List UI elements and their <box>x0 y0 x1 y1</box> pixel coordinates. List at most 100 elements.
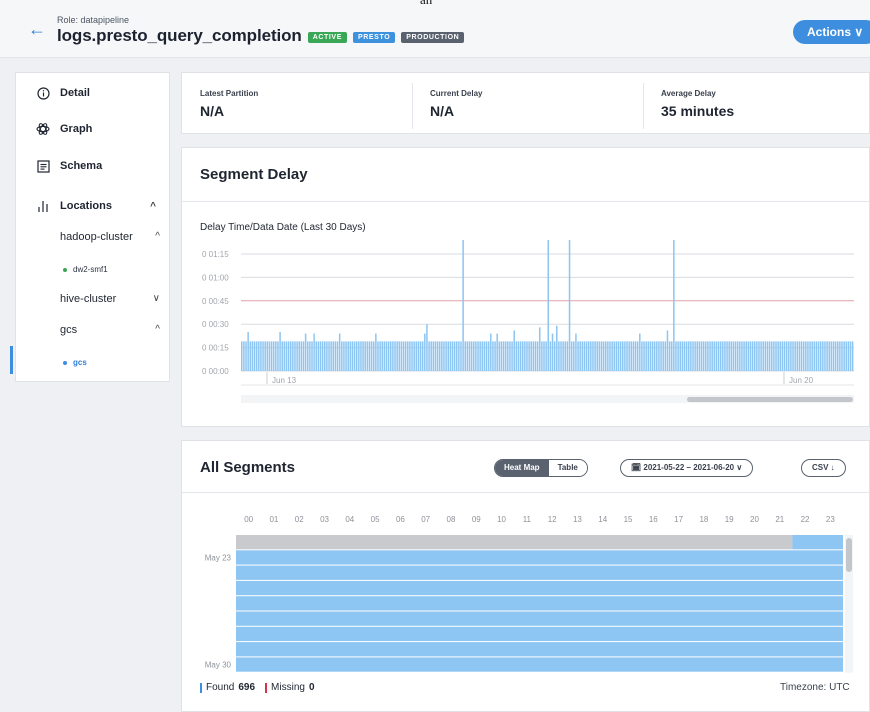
delay-bar <box>432 341 435 371</box>
delay-bar <box>443 341 445 371</box>
delay-bar <box>764 341 767 371</box>
delay-bar <box>613 341 616 371</box>
delay-bar <box>592 341 594 371</box>
delay-bar <box>309 341 311 371</box>
delay-bar <box>241 341 243 371</box>
delay-bar <box>415 341 418 371</box>
delay-bar <box>677 341 679 371</box>
delay-bar <box>385 341 388 371</box>
delay-bar <box>424 333 426 371</box>
delay-bar <box>600 341 603 371</box>
date-range-picker[interactable]: 🗓 2021-05-22 – 2021-06-20 ∨ <box>620 459 754 477</box>
delay-bar <box>481 341 484 371</box>
delay-bar <box>351 341 354 371</box>
sidebar-item-schema[interactable]: Schema <box>36 159 102 173</box>
heatmap-row-found <box>236 565 843 580</box>
actions-button[interactable]: Actions ∨ <box>793 20 870 44</box>
delay-bar <box>698 341 701 371</box>
delay-bar <box>628 341 630 371</box>
delay-bar <box>813 341 816 371</box>
delay-bar <box>547 240 550 371</box>
chevron-up-icon[interactable]: ^ <box>155 231 160 243</box>
delay-bar <box>779 341 782 371</box>
delay-bar <box>651 341 654 371</box>
delay-bar <box>370 341 373 371</box>
delay-bar <box>583 341 586 371</box>
delay-bar <box>251 341 254 371</box>
delay-bar <box>413 341 415 371</box>
delay-bar <box>447 341 449 371</box>
back-arrow-icon[interactable]: ← <box>28 20 46 38</box>
delay-bar <box>734 341 737 371</box>
sidebar-item-locations[interactable]: Locations ^ <box>36 199 156 213</box>
delay-bar <box>826 341 828 371</box>
delay-bar <box>777 341 779 371</box>
locations-icon <box>36 199 50 213</box>
hour-label: 12 <box>548 515 557 524</box>
latest-partition-value: N/A <box>200 103 225 119</box>
delay-bar <box>709 341 711 371</box>
delay-bar <box>711 341 713 371</box>
delay-bar <box>630 341 633 371</box>
y-tick-label: 0 00:45 <box>202 297 229 306</box>
sub-location-dw2-smf1[interactable]: dw2-smf1 <box>63 265 108 274</box>
hour-label: 11 <box>523 515 532 524</box>
delay-bar <box>436 341 439 371</box>
delay-bar <box>375 333 377 371</box>
delay-bar <box>662 341 664 371</box>
current-delay-label: Current Delay <box>430 89 483 98</box>
row-label: May 30 <box>205 660 232 669</box>
delay-bar <box>475 341 477 371</box>
delay-bar <box>296 341 298 371</box>
divider <box>643 83 644 129</box>
hour-label: 21 <box>775 515 784 524</box>
chevron-up-icon[interactable]: ^ <box>150 201 156 212</box>
csv-download-button[interactable]: CSV ↓ <box>801 459 846 477</box>
table-tab[interactable]: Table <box>548 460 587 476</box>
sidebar-item-detail[interactable]: Detail <box>36 86 90 100</box>
locations-label-group: Locations <box>36 199 112 213</box>
location-hadoop-cluster[interactable]: hadoop-cluster ^ <box>60 231 160 243</box>
delay-bar <box>460 341 462 371</box>
delay-bar <box>409 341 411 371</box>
y-tick-label: 0 00:00 <box>202 367 229 376</box>
delay-bar <box>545 341 547 371</box>
delay-bar <box>849 341 852 371</box>
location-gcs[interactable]: gcs ^ <box>60 324 160 336</box>
delay-bar <box>538 327 541 371</box>
heatmap-row-found <box>236 550 843 565</box>
delay-bar <box>830 341 833 371</box>
delay-bar <box>434 341 437 371</box>
heat-map-tab[interactable]: Heat Map <box>495 460 549 476</box>
delay-bar <box>773 341 775 371</box>
delay-bar <box>668 341 671 371</box>
delay-bar <box>824 341 826 371</box>
delay-bar <box>666 330 669 371</box>
engine-badge-presto: PRESTO <box>352 32 396 43</box>
y-tick-label: 0 01:15 <box>202 250 229 259</box>
delay-bar <box>566 341 569 371</box>
delay-bar <box>428 341 430 371</box>
sidebar-item-graph[interactable]: Graph <box>36 122 92 136</box>
delay-bar <box>568 240 571 371</box>
delay-bar <box>321 341 324 371</box>
delay-bar <box>822 341 824 371</box>
hour-label: 07 <box>421 515 430 524</box>
delay-bar <box>345 341 347 371</box>
chevron-up-icon[interactable]: ^ <box>155 324 160 336</box>
delay-bar <box>387 341 390 371</box>
delay-bar <box>713 341 716 371</box>
delay-bar <box>536 341 539 371</box>
delay-bar <box>664 341 667 371</box>
delay-bar <box>243 341 245 371</box>
hour-label: 03 <box>320 515 329 524</box>
chevron-down-icon[interactable]: ∨ <box>153 293 160 305</box>
delay-bar <box>673 240 675 371</box>
delay-bar <box>347 341 349 371</box>
delay-bar <box>392 341 394 371</box>
sub-location-gcs[interactable]: gcs <box>63 358 87 367</box>
delay-bar <box>730 341 733 371</box>
delay-bar <box>660 341 662 371</box>
delay-bar <box>528 341 530 371</box>
location-hive-cluster[interactable]: hive-cluster ∨ <box>60 293 160 305</box>
